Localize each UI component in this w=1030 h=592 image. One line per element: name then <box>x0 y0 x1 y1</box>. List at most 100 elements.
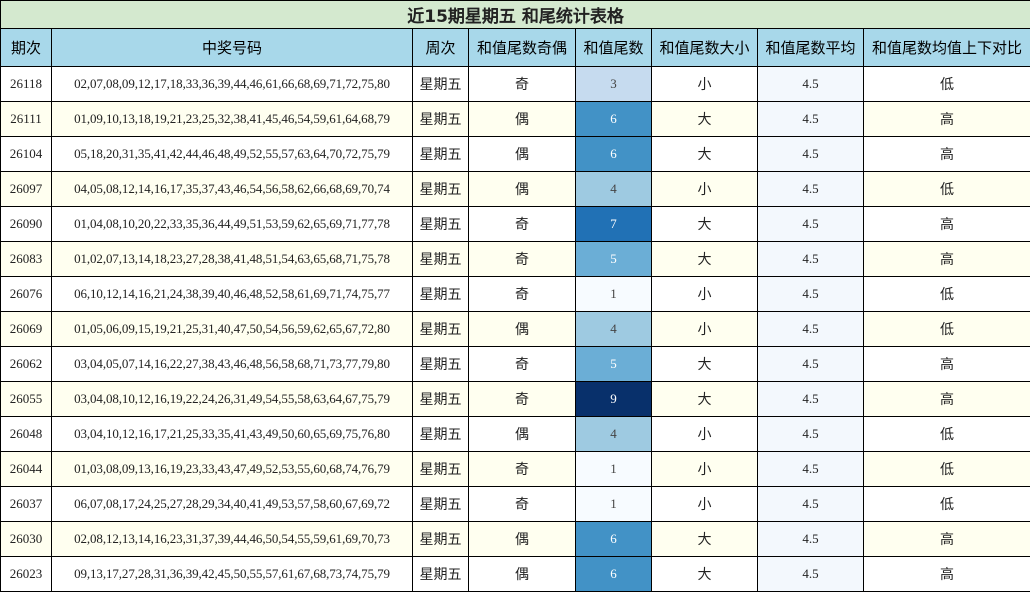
average-cell: 4.5 <box>758 172 864 207</box>
header-parity: 和值尾数奇偶 <box>469 29 576 67</box>
numbers-cell: 06,10,12,14,16,21,24,38,39,40,46,48,52,5… <box>52 277 413 312</box>
numbers-cell: 02,08,12,13,14,16,23,31,37,39,44,46,50,5… <box>52 522 413 557</box>
table-row: 2607606,10,12,14,16,21,24,38,39,40,46,48… <box>1 277 1030 312</box>
numbers-cell: 02,07,08,09,12,17,18,33,36,39,44,46,61,6… <box>52 67 413 102</box>
issue-cell: 26069 <box>1 312 52 347</box>
parity-cell: 奇 <box>469 242 576 277</box>
numbers-cell: 05,18,20,31,35,41,42,44,46,48,49,52,55,5… <box>52 137 413 172</box>
numbers-cell: 06,07,08,17,24,25,27,28,29,34,40,41,49,5… <box>52 487 413 522</box>
table-row: 2611101,09,10,13,18,19,21,23,25,32,38,41… <box>1 102 1030 137</box>
table-row: 2603706,07,08,17,24,25,27,28,29,34,40,41… <box>1 487 1030 522</box>
compare-cell: 低 <box>864 417 1030 452</box>
weekday-cell: 星期五 <box>413 382 469 417</box>
weekday-cell: 星期五 <box>413 277 469 312</box>
header-tail: 和值尾数 <box>576 29 652 67</box>
issue-cell: 26037 <box>1 487 52 522</box>
compare-cell: 低 <box>864 277 1030 312</box>
average-cell: 4.5 <box>758 207 864 242</box>
issue-cell: 26048 <box>1 417 52 452</box>
compare-cell: 低 <box>864 452 1030 487</box>
weekday-cell: 星期五 <box>413 487 469 522</box>
tail-cell: 1 <box>576 277 652 312</box>
parity-cell: 奇 <box>469 207 576 242</box>
parity-cell: 偶 <box>469 102 576 137</box>
compare-cell: 高 <box>864 347 1030 382</box>
average-cell: 4.5 <box>758 102 864 137</box>
numbers-cell: 01,05,06,09,15,19,21,25,31,40,47,50,54,5… <box>52 312 413 347</box>
average-cell: 4.5 <box>758 347 864 382</box>
size-cell: 小 <box>652 417 758 452</box>
table-row: 2604401,03,08,09,13,16,19,23,33,43,47,49… <box>1 452 1030 487</box>
header-weekday: 周次 <box>413 29 469 67</box>
parity-cell: 偶 <box>469 417 576 452</box>
table-row: 2606203,04,05,07,14,16,22,27,38,43,46,48… <box>1 347 1030 382</box>
table-row: 2609704,05,08,12,14,16,17,35,37,43,46,54… <box>1 172 1030 207</box>
tail-cell: 9 <box>576 382 652 417</box>
size-cell: 大 <box>652 102 758 137</box>
issue-cell: 26090 <box>1 207 52 242</box>
numbers-cell: 03,04,08,10,12,16,19,22,24,26,31,49,54,5… <box>52 382 413 417</box>
compare-cell: 低 <box>864 312 1030 347</box>
header-compare: 和值尾数均值上下对比 <box>864 29 1030 67</box>
table-body: 2611802,07,08,09,12,17,18,33,36,39,44,46… <box>1 67 1030 592</box>
weekday-cell: 星期五 <box>413 557 469 592</box>
compare-cell: 高 <box>864 207 1030 242</box>
average-cell: 4.5 <box>758 382 864 417</box>
size-cell: 小 <box>652 67 758 102</box>
parity-cell: 奇 <box>469 382 576 417</box>
tail-cell: 7 <box>576 207 652 242</box>
table-row: 2603002,08,12,13,14,16,23,31,37,39,44,46… <box>1 522 1030 557</box>
size-cell: 大 <box>652 522 758 557</box>
tail-cell: 6 <box>576 137 652 172</box>
issue-cell: 26083 <box>1 242 52 277</box>
size-cell: 小 <box>652 172 758 207</box>
tail-cell: 1 <box>576 487 652 522</box>
numbers-cell: 01,09,10,13,18,19,21,23,25,32,38,41,45,4… <box>52 102 413 137</box>
header-numbers: 中奖号码 <box>52 29 413 67</box>
weekday-cell: 星期五 <box>413 67 469 102</box>
parity-cell: 偶 <box>469 522 576 557</box>
tail-cell: 6 <box>576 522 652 557</box>
issue-cell: 26023 <box>1 557 52 592</box>
compare-cell: 高 <box>864 522 1030 557</box>
issue-cell: 26097 <box>1 172 52 207</box>
weekday-cell: 星期五 <box>413 452 469 487</box>
compare-cell: 高 <box>864 102 1030 137</box>
numbers-cell: 03,04,05,07,14,16,22,27,38,43,46,48,56,5… <box>52 347 413 382</box>
table-row: 2610405,18,20,31,35,41,42,44,46,48,49,52… <box>1 137 1030 172</box>
compare-cell: 低 <box>864 487 1030 522</box>
parity-cell: 偶 <box>469 137 576 172</box>
stats-table: 近15期星期五 和尾统计表格 期次 中奖号码 周次 和值尾数奇偶 和值尾数 和值… <box>0 0 1030 592</box>
average-cell: 4.5 <box>758 277 864 312</box>
compare-cell: 高 <box>864 382 1030 417</box>
size-cell: 大 <box>652 557 758 592</box>
compare-cell: 高 <box>864 137 1030 172</box>
parity-cell: 奇 <box>469 277 576 312</box>
size-cell: 大 <box>652 242 758 277</box>
table-row: 2606901,05,06,09,15,19,21,25,31,40,47,50… <box>1 312 1030 347</box>
tail-cell: 6 <box>576 557 652 592</box>
weekday-cell: 星期五 <box>413 102 469 137</box>
average-cell: 4.5 <box>758 557 864 592</box>
header-size: 和值尾数大小 <box>652 29 758 67</box>
tail-cell: 3 <box>576 67 652 102</box>
table-title: 近15期星期五 和尾统计表格 <box>1 1 1030 29</box>
average-cell: 4.5 <box>758 137 864 172</box>
header-row: 期次 中奖号码 周次 和值尾数奇偶 和值尾数 和值尾数大小 和值尾数平均 和值尾… <box>1 29 1030 67</box>
issue-cell: 26111 <box>1 102 52 137</box>
tail-cell: 5 <box>576 347 652 382</box>
numbers-cell: 04,05,08,12,14,16,17,35,37,43,46,54,56,5… <box>52 172 413 207</box>
size-cell: 小 <box>652 312 758 347</box>
parity-cell: 偶 <box>469 557 576 592</box>
parity-cell: 奇 <box>469 487 576 522</box>
parity-cell: 奇 <box>469 347 576 382</box>
size-cell: 大 <box>652 207 758 242</box>
numbers-cell: 01,04,08,10,20,22,33,35,36,44,49,51,53,5… <box>52 207 413 242</box>
numbers-cell: 01,02,07,13,14,18,23,27,28,38,41,48,51,5… <box>52 242 413 277</box>
numbers-cell: 03,04,10,12,16,17,21,25,33,35,41,43,49,5… <box>52 417 413 452</box>
average-cell: 4.5 <box>758 242 864 277</box>
weekday-cell: 星期五 <box>413 347 469 382</box>
weekday-cell: 星期五 <box>413 522 469 557</box>
numbers-cell: 09,13,17,27,28,31,36,39,42,45,50,55,57,6… <box>52 557 413 592</box>
numbers-cell: 01,03,08,09,13,16,19,23,33,43,47,49,52,5… <box>52 452 413 487</box>
